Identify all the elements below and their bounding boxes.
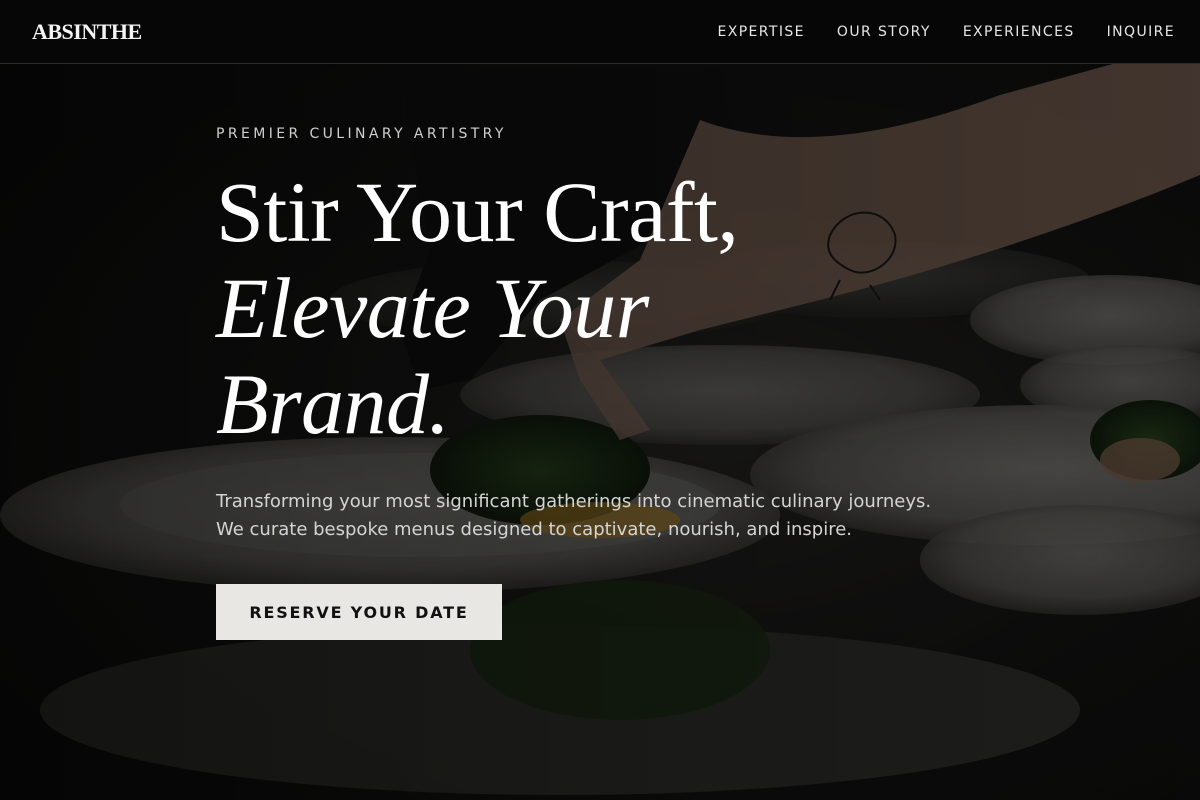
hero-eyebrow: PREMIER CULINARY ARTISTRY <box>216 126 507 142</box>
brand-logo[interactable]: ABSINTHE <box>32 19 142 45</box>
main-nav: EXPERTISE OUR STORY EXPERIENCES INQUIRE <box>717 0 1175 64</box>
top-navbar: ABSINTHE EXPERTISE OUR STORY EXPERIENCES… <box>0 0 1200 64</box>
headline-line-3: Brand. <box>216 356 450 452</box>
headline-line-1: Stir Your Craft, <box>216 164 739 260</box>
nav-link-inquire[interactable]: INQUIRE <box>1107 24 1175 40</box>
reserve-date-button[interactable]: RESERVE YOUR DATE <box>216 584 502 640</box>
hero-headline: Stir Your Craft, Elevate Your Brand. <box>216 164 976 452</box>
nav-link-expertise[interactable]: EXPERTISE <box>717 24 804 40</box>
hero-section: PREMIER CULINARY ARTISTRY Stir Your Craf… <box>216 126 976 640</box>
headline-line-2: Elevate Your <box>216 260 649 356</box>
hero-description: Transforming your most significant gathe… <box>216 491 932 540</box>
nav-link-experiences[interactable]: EXPERIENCES <box>963 24 1075 40</box>
nav-link-our-story[interactable]: OUR STORY <box>837 24 931 40</box>
